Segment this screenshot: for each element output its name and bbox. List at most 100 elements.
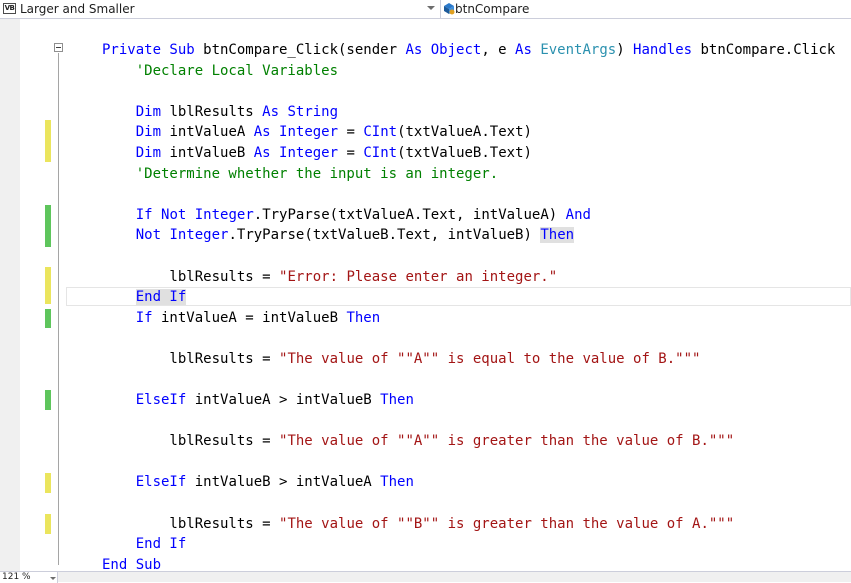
keyword-token: End If bbox=[135, 536, 187, 553]
keyword-token: As bbox=[253, 124, 271, 141]
chevron-down-icon[interactable] bbox=[50, 577, 56, 580]
keyword-token: ElseIf bbox=[135, 474, 187, 491]
change-indicator-unsaved bbox=[45, 473, 51, 493]
code-line[interactable] bbox=[102, 184, 835, 205]
keyword-token: End If bbox=[135, 289, 187, 306]
keyword-token: Dim bbox=[135, 103, 162, 120]
code-line[interactable]: ElseIf intValueB > intValueA Then bbox=[102, 472, 835, 493]
type-token: EventArgs bbox=[540, 42, 617, 58]
code-line[interactable]: ElseIf intValueA > intValueB Then bbox=[102, 390, 835, 411]
keyword-token: Integer bbox=[169, 227, 229, 244]
vb-project-icon: VB bbox=[3, 3, 16, 14]
code-line[interactable]: lblResults = "The value of ""B"" is grea… bbox=[102, 514, 835, 535]
code-line[interactable]: lblResults = "Error: Please enter an int… bbox=[102, 267, 835, 288]
keyword-token: Private Sub bbox=[102, 42, 195, 58]
string-token: "The value of ""B"" is greater than the … bbox=[279, 515, 735, 532]
indicator-margin[interactable] bbox=[0, 19, 20, 571]
code-line[interactable]: End If bbox=[102, 287, 835, 308]
code-token: lblResults = bbox=[102, 433, 280, 450]
project-dropdown[interactable]: VB Larger and Smaller bbox=[0, 0, 441, 18]
code-token: ) bbox=[616, 42, 634, 58]
keyword-token: Dim bbox=[135, 124, 162, 141]
code-line[interactable]: If intValueA = intValueB Then bbox=[102, 308, 835, 329]
code-token: , e bbox=[481, 42, 516, 58]
code-line[interactable]: 'Declare Local Variables bbox=[102, 61, 835, 82]
code-token: = bbox=[338, 124, 364, 141]
code-line[interactable]: lblResults = "The value of ""A"" is equa… bbox=[102, 349, 835, 370]
outline-guide bbox=[58, 53, 59, 565]
code-line[interactable]: 'Determine whether the input is an integ… bbox=[102, 164, 835, 185]
string-token: "The value of ""A"" is greater than the … bbox=[279, 433, 735, 450]
change-indicator-unsaved bbox=[45, 514, 51, 534]
code-token: btnCompare_Click(sender bbox=[194, 42, 406, 58]
code-line[interactable] bbox=[102, 370, 835, 391]
keyword-token: As bbox=[405, 42, 423, 58]
zoom-level-dropdown[interactable]: 121 % bbox=[0, 572, 58, 583]
code-token: intValueB bbox=[161, 144, 254, 161]
keyword-token: Not bbox=[161, 206, 187, 223]
keyword-token: Handles bbox=[633, 42, 693, 58]
keyword-token: Object bbox=[430, 42, 482, 58]
member-name: btnCompare bbox=[455, 2, 530, 16]
code-line[interactable]: lblResults = "The value of ""A"" is grea… bbox=[102, 431, 835, 452]
code-token: intValueA = intValueB bbox=[152, 309, 347, 326]
string-token: "The value of ""A"" is equal to the valu… bbox=[279, 350, 701, 367]
keyword-token: As bbox=[515, 42, 532, 58]
code-line[interactable]: Private Sub btnCompare_Click(sender As O… bbox=[102, 40, 835, 61]
keyword-token: Integer bbox=[279, 124, 339, 141]
code-token: intValueB > intValueA bbox=[186, 474, 381, 491]
string-token: "Error: Please enter an integer." bbox=[279, 268, 558, 285]
code-line[interactable] bbox=[102, 81, 835, 102]
code-token: lblResults bbox=[161, 103, 263, 120]
code-token: (txtValueA.Text) bbox=[397, 124, 532, 141]
comment-token: 'Determine whether the input is an integ… bbox=[102, 165, 499, 182]
code-line[interactable]: Dim lblResults As String bbox=[102, 102, 835, 123]
code-token: intValueA bbox=[161, 124, 254, 141]
code-line[interactable]: Not Integer.TryParse(txtValueB.Text, int… bbox=[102, 225, 835, 246]
code-line[interactable] bbox=[102, 328, 835, 349]
code-line[interactable]: End If bbox=[102, 534, 835, 555]
event-handler-icon bbox=[444, 3, 455, 15]
code-text[interactable]: Private Sub btnCompare_Click(sender As O… bbox=[102, 40, 835, 575]
code-editor[interactable]: Private Sub btnCompare_Click(sender As O… bbox=[0, 19, 851, 573]
code-token: = bbox=[338, 144, 364, 161]
keyword-token: As bbox=[262, 103, 280, 120]
code-line[interactable] bbox=[102, 411, 835, 432]
change-indicator-unsaved bbox=[45, 120, 51, 162]
code-line[interactable]: Dim intValueB As Integer = CInt(txtValue… bbox=[102, 143, 835, 164]
code-token: (txtValueB.Text) bbox=[397, 144, 532, 161]
keyword-token: Integer bbox=[279, 144, 339, 161]
chevron-down-icon[interactable] bbox=[427, 6, 435, 10]
keyword-token: Then bbox=[380, 392, 414, 409]
code-token: btnCompare.Click bbox=[692, 42, 836, 58]
code-token: lblResults = bbox=[102, 268, 280, 285]
keyword-token: String bbox=[287, 103, 339, 120]
keyword-token: If bbox=[135, 206, 153, 223]
project-name: Larger and Smaller bbox=[20, 2, 135, 16]
code-line[interactable] bbox=[102, 493, 835, 514]
change-indicator-saved bbox=[45, 309, 51, 328]
member-dropdown[interactable]: btnCompare bbox=[441, 0, 851, 18]
code-line[interactable] bbox=[102, 452, 835, 473]
code-line[interactable] bbox=[102, 246, 835, 267]
keyword-token: Then bbox=[540, 227, 575, 244]
keyword-token: CInt bbox=[363, 124, 398, 141]
code-line[interactable]: If Not Integer.TryParse(txtValueA.Text, … bbox=[102, 205, 835, 226]
code-line[interactable]: Dim intValueA As Integer = CInt(txtValue… bbox=[102, 122, 835, 143]
collapse-icon[interactable] bbox=[54, 43, 63, 52]
change-indicator-saved bbox=[45, 205, 51, 247]
keyword-token: ElseIf bbox=[135, 392, 187, 409]
